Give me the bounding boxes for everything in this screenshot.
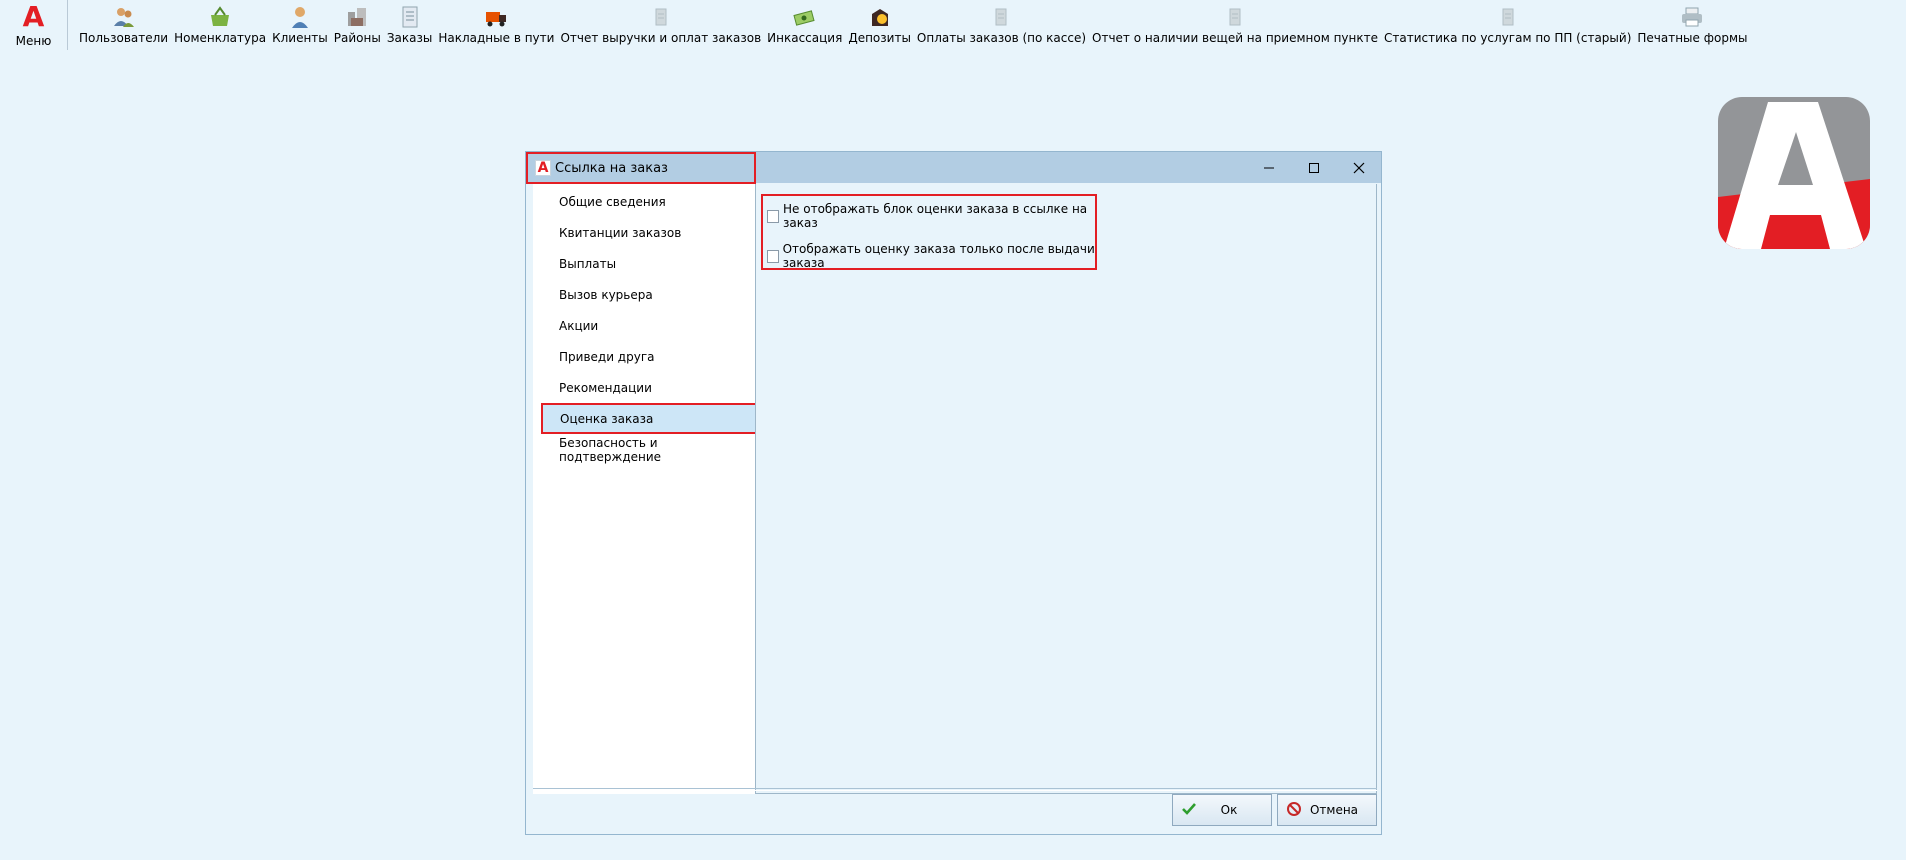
check-icon [1181,801,1197,820]
toolbar-item-label: Статистика по услугам по ПП (старый) [1384,31,1632,45]
toolbar-item-label: Печатные формы [1637,31,1748,45]
report-icon [1495,5,1521,29]
toolbar-item-label: Номенклатура [174,31,267,45]
ok-button-label: Ок [1220,803,1238,817]
nav-item-recommendations[interactable]: Рекомендации [533,372,755,403]
hide-rating-block-checkbox[interactable] [767,209,780,223]
brand-logo-icon [1718,97,1870,249]
report-icon [648,5,674,29]
dialog-title-area: А Ссылка на заказ [526,152,756,184]
main-toolbar: А Меню Пользователи Номенклатура Клиенты [0,0,1906,52]
dialog-title: Ссылка на заказ [555,160,668,176]
deposit-icon [867,5,893,29]
toolbar-item-availability-report[interactable]: Отчет о наличии вещей на приемном пункте [1089,0,1381,50]
toolbar-item-waybills[interactable]: Накладные в пути [435,0,557,50]
toolbar-item-label: Депозиты [848,31,911,45]
show-rating-after-delivery-checkbox[interactable] [767,249,779,263]
window-controls [1246,152,1381,183]
toolbar-item-label: Инкассация [767,31,843,45]
districts-icon [344,5,370,29]
cancel-icon [1286,801,1302,820]
menu-button[interactable]: А Меню [0,0,68,50]
ok-button[interactable]: Ок [1172,794,1272,826]
toolbar-item-label: Клиенты [272,31,328,45]
order-link-dialog: А Ссылка на заказ Общие сведения Квитанц… [525,151,1382,835]
toolbar-item-label: Накладные в пути [438,31,555,45]
toolbar-item-service-stats[interactable]: Статистика по услугам по ПП (старый) [1381,0,1634,50]
minimize-icon[interactable] [1246,152,1291,183]
toolbar-item-nomenclature[interactable]: Номенклатура [171,0,269,50]
report-icon [1222,5,1248,29]
report-icon [988,5,1014,29]
toolbar-item-orders[interactable]: Заказы [384,0,436,50]
show-rating-after-delivery-label: Отображать оценку заказа только после вы… [782,242,1095,270]
toolbar-item-encashment[interactable]: Инкассация [764,0,845,50]
nav-item-general[interactable]: Общие сведения [533,186,755,217]
nav-item-receipts[interactable]: Квитанции заказов [533,217,755,248]
nav-item-order-rating[interactable]: Оценка заказа [541,403,759,434]
money-icon [792,5,818,29]
toolbar-item-clients[interactable]: Клиенты [269,0,331,50]
hide-rating-block-option[interactable]: Не отображать блок оценки заказа в ссылк… [767,202,1095,230]
dialog-titlebar[interactable]: А Ссылка на заказ [526,152,1381,184]
app-logo-icon: А [535,160,551,176]
app-logo-icon: А [22,0,45,33]
toolbar-item-users[interactable]: Пользователи [76,0,171,50]
toolbar-item-revenue-report[interactable]: Отчет выручки и оплат заказов [557,0,764,50]
client-icon [287,5,313,29]
nav-item-refer-friend[interactable]: Приведи друга [533,341,755,372]
toolbar-item-label: Отчет выручки и оплат заказов [560,31,762,45]
nav-item-promotions[interactable]: Акции [533,310,755,341]
dialog-separator [533,788,1377,791]
settings-nav: Общие сведения Квитанции заказов Выплаты… [533,184,761,794]
printer-icon [1679,5,1705,29]
toolbar-item-label: Заказы [386,31,433,45]
toolbar-item-label: Оплаты заказов (по кассе) [916,31,1087,45]
orders-icon [397,5,423,29]
rating-options-group: Не отображать блок оценки заказа в ссылк… [761,194,1097,270]
cancel-button[interactable]: Отмена [1277,794,1377,826]
toolbar-item-deposits[interactable]: Депозиты [845,0,914,50]
nav-item-payouts[interactable]: Выплаты [533,248,755,279]
nav-item-courier[interactable]: Вызов курьера [533,279,755,310]
menu-label: Меню [15,34,52,48]
hide-rating-block-label: Не отображать блок оценки заказа в ссылк… [783,202,1088,230]
toolbar-item-districts[interactable]: Районы [331,0,384,50]
toolbar-items: Пользователи Номенклатура Клиенты Районы… [68,0,1750,50]
truck-icon [483,5,509,29]
toolbar-item-label: Отчет о наличии вещей на приемном пункте [1092,31,1378,45]
users-icon [111,5,137,29]
toolbar-item-label: Районы [333,31,381,45]
settings-content: Не отображать блок оценки заказа в ссылк… [755,184,1377,794]
toolbar-item-label: Пользователи [79,31,169,45]
toolbar-item-order-payments[interactable]: Оплаты заказов (по кассе) [914,0,1089,50]
cancel-button-label: Отмена [1309,803,1359,817]
nav-item-security[interactable]: Безопасность и подтверждение [533,434,755,465]
maximize-icon[interactable] [1291,152,1336,183]
show-rating-after-delivery-option[interactable]: Отображать оценку заказа только после вы… [767,242,1095,270]
basket-icon [207,5,233,29]
toolbar-item-print-forms[interactable]: Печатные формы [1634,0,1750,50]
close-icon[interactable] [1336,152,1381,183]
